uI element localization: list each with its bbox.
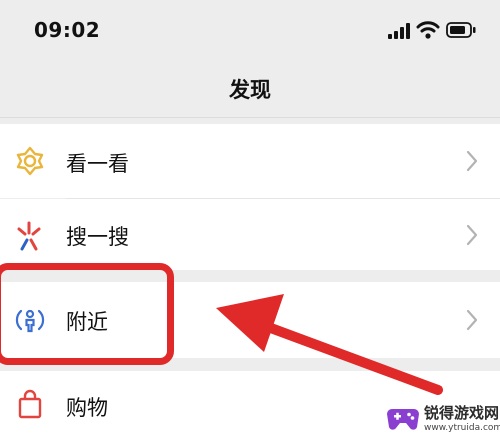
- shopping-bag-icon: [18, 389, 42, 419]
- gamepad-logo-icon: [387, 409, 419, 430]
- cellular-signal-icon: [388, 23, 410, 39]
- highlight-box: [0, 263, 174, 365]
- header-divider: [0, 117, 500, 118]
- chevron-right-icon: [466, 309, 478, 331]
- menu-item-label: 搜一搜: [66, 225, 129, 249]
- annotation-arrow: [216, 294, 443, 395]
- page-title: 发现: [229, 78, 271, 102]
- watermark: 锐得游戏网 www.ytruida.com: [386, 401, 500, 439]
- menu-item-search[interactable]: 搜一搜: [0, 199, 500, 270]
- menu-item-label: 看一看: [66, 152, 129, 176]
- search-sparkle-icon: [17, 221, 41, 251]
- watermark-name: 锐得游戏网: [424, 404, 500, 422]
- chevron-right-icon: [466, 150, 478, 172]
- menu-item-look[interactable]: 看一看: [0, 124, 500, 198]
- look-icon: [16, 146, 44, 176]
- status-bar: 09:02: [0, 0, 500, 62]
- wifi-icon: [416, 21, 440, 39]
- menu-item-label: 购物: [66, 396, 108, 420]
- status-time: 09:02: [34, 18, 101, 42]
- chevron-right-icon: [466, 224, 478, 246]
- watermark-url: www.ytruida.com: [424, 423, 500, 433]
- battery-icon: [446, 22, 476, 38]
